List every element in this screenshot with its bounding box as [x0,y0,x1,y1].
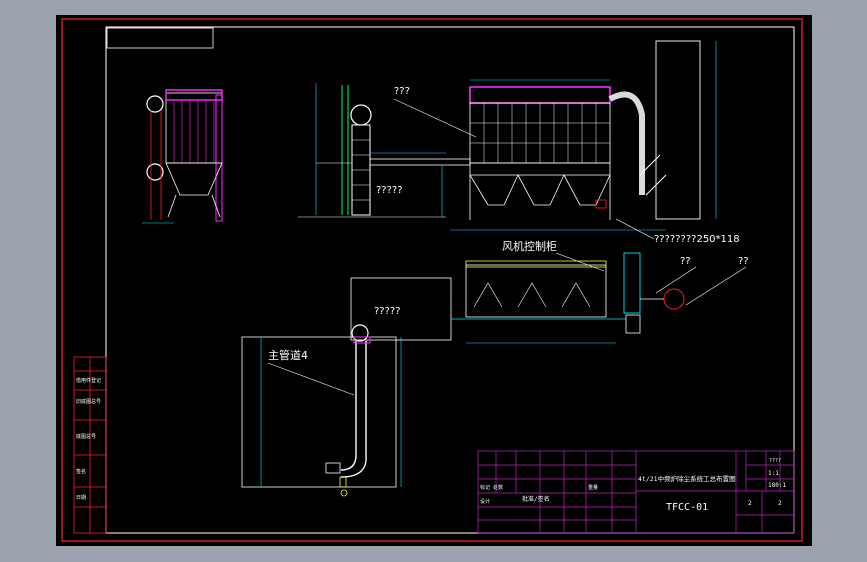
tb-unknown-top: ???? [769,458,781,464]
tb-label-left: 标记 处数 [480,484,503,491]
side-elevation-collector [142,89,223,224]
label-pipe-spec: ????????250*118 [654,234,740,245]
cad-drawing: 借用件登记 旧底图总号 底图总号 签名 日期 ??? ????? ???????… [61,18,803,542]
title-block-grid [477,450,795,534]
margin-label-2: 旧底图总号 [76,398,101,405]
leader-a [393,98,477,138]
label-unknown-c: ?? [680,256,691,267]
tb-sheet-b: 2 [778,500,782,507]
label-unknown-d: ?? [738,256,749,267]
margin-label-5: 日期 [76,495,86,501]
middle-elevation [298,83,471,218]
plan-view [350,252,685,344]
margin-label-3: 底图总号 [76,433,96,440]
margin-label-4: 签名 [76,468,86,475]
label-unknown-a: ??? [394,86,410,97]
leader-d [685,266,747,306]
drawing-number: TFCC-01 [666,502,708,513]
tb-scale: 1:1 [768,470,779,477]
main-collector-elevation [450,40,717,231]
label-unknown-b: ????? [376,185,403,196]
drawing-title: 4t/21中频炉除尘系统工总布置图 [638,474,736,483]
drawing-sheet: 借用件登记 旧底图总号 底图总号 签名 日期 ??? ????? ???????… [56,15,812,546]
tb-label-mid: 重量 [588,484,598,491]
code-box [106,27,214,49]
leader-pipe-spec [615,218,655,240]
tb-label-left2: 设计 [480,498,490,505]
main-duct [241,324,402,497]
outer-frame [61,18,803,542]
tb-stamp: 批准/签名 [522,495,550,503]
tb-sheet-a: 2 [748,500,752,507]
leader-main-pipe [267,362,355,396]
tb-ratio: 180:1 [768,482,786,489]
margin-label-1: 借用件登记 [76,377,101,384]
leader-fan-cabinet [555,252,605,272]
label-fan-cabinet: 风机控制柜 [502,239,557,253]
label-main-pipe: 主管道4 [268,348,308,362]
inner-frame [105,26,795,534]
label-unknown-e: ????? [374,306,401,317]
